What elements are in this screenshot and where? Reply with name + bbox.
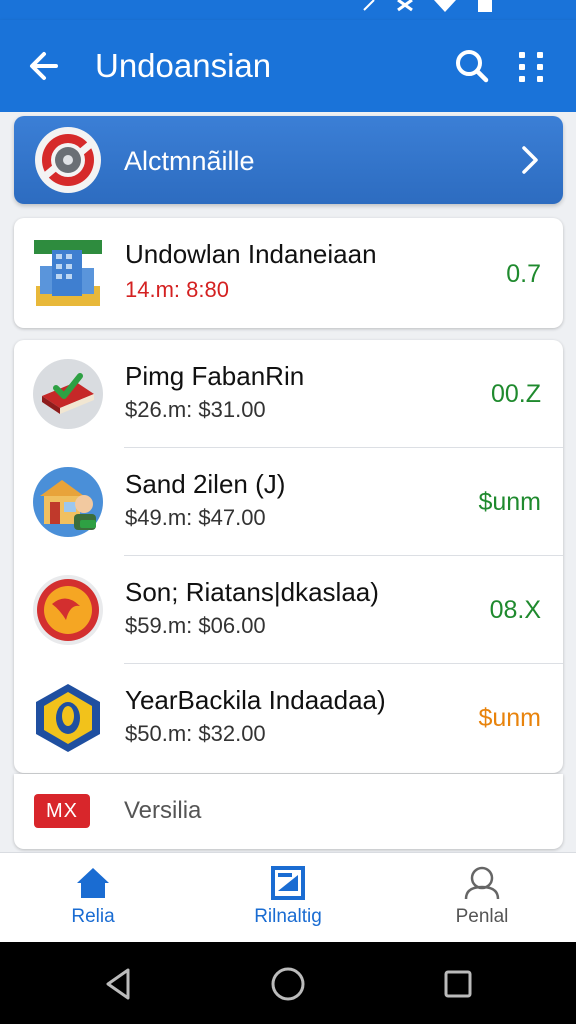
item-subtitle: $50.m: $32.00 xyxy=(125,721,266,746)
bottom-navigation: Relia Rilnaltig Penlal xyxy=(0,852,576,942)
signal-icon xyxy=(363,0,375,11)
item-value: $unm xyxy=(478,488,541,516)
nav-item-home[interactable]: Relia xyxy=(18,853,168,943)
square-recents-icon[interactable] xyxy=(436,962,480,1006)
book-check-icon xyxy=(33,359,103,429)
list-item[interactable]: Pimg FabanRin $26.m: $31.00 00.Z xyxy=(14,340,563,448)
item-title: Undowlan Indaneiaan xyxy=(125,239,377,269)
item-value: 0.7 xyxy=(506,260,541,288)
nav-label-home: Relia xyxy=(71,906,115,927)
circle-home-icon[interactable] xyxy=(266,962,310,1006)
list-item[interactable]: Son; Riatans|dkaslaa) $59.m: $06.00 08.X xyxy=(14,556,563,664)
shop-person-icon xyxy=(33,467,103,537)
lifebuoy-gear-icon xyxy=(35,127,101,193)
featured-item-card[interactable]: Undowlan Indaneiaan 14.m: 8:80 0.7 xyxy=(14,218,563,328)
item-subtitle: $26.m: $31.00 xyxy=(125,397,266,422)
arrow-back-icon xyxy=(30,52,58,80)
footer-item-card[interactable]: MX Versilia xyxy=(14,774,563,849)
search-icon xyxy=(456,50,489,83)
list-item[interactable]: Sand 2ilen (J) $49.m: $47.00 $unm xyxy=(14,448,563,556)
items-list: Pimg FabanRin $26.m: $31.00 00.Z Sand 2i… xyxy=(14,340,563,773)
item-title: Pimg FabanRin xyxy=(125,361,305,391)
item-subtitle: $59.m: $06.00 xyxy=(125,613,266,638)
banner-card[interactable]: Alctmnãille xyxy=(14,116,563,204)
nav-label-profile: Penlal xyxy=(455,906,509,927)
more-options-button[interactable] xyxy=(510,44,554,88)
list-item[interactable]: Undowlan Indaneiaan 14.m: 8:80 0.7 xyxy=(14,218,563,326)
list-item[interactable]: YearBackila Indaadaa) $50.m: $32.00 $unm xyxy=(14,664,563,772)
item-subtitle: $49.m: $47.00 xyxy=(125,505,266,530)
person-icon xyxy=(464,866,500,900)
item-subtitle: 14.m: 8:80 xyxy=(125,277,229,302)
more-vertical-icon xyxy=(519,52,543,82)
item-value: 08.X xyxy=(489,596,541,624)
red-circle-icon xyxy=(33,575,103,645)
system-navigation-bar xyxy=(0,942,576,1024)
hexagon-shield-icon xyxy=(36,684,100,752)
page-title: Undoansian xyxy=(95,47,272,84)
nav-label-ratings: Rilnaltig xyxy=(254,906,322,927)
status-icons xyxy=(362,0,496,12)
triangle-back-icon[interactable] xyxy=(96,962,140,1006)
nav-item-profile[interactable]: Penlal xyxy=(407,853,557,943)
nav-item-ratings[interactable]: Rilnaltig xyxy=(213,853,363,943)
bluetooth-icon xyxy=(397,0,413,12)
chevron-right-icon xyxy=(522,146,538,174)
banner-label: Alctmnãille xyxy=(124,146,255,176)
back-button[interactable] xyxy=(22,46,70,86)
status-bar xyxy=(0,0,576,20)
chart-card-icon xyxy=(271,866,305,900)
app-bar: Undoansian xyxy=(0,20,576,112)
battery-icon xyxy=(478,0,492,12)
mx-badge: MX xyxy=(34,794,90,828)
footer-item-label: Versilia xyxy=(124,797,202,824)
item-title: Son; Riatans|dkaslaa) xyxy=(125,577,379,607)
item-value: 00.Z xyxy=(490,380,541,408)
main-content: Alctmnãille Undowlan Indaneiaan 14.m: 8:… xyxy=(0,112,576,852)
item-title: Sand 2ilen (J) xyxy=(125,469,286,499)
search-button[interactable] xyxy=(448,44,496,88)
item-title: YearBackila Indaadaa) xyxy=(125,685,386,715)
item-value: $unm xyxy=(478,704,541,732)
wifi-icon xyxy=(434,0,456,12)
building-icon xyxy=(32,236,104,308)
home-icon xyxy=(77,868,109,898)
